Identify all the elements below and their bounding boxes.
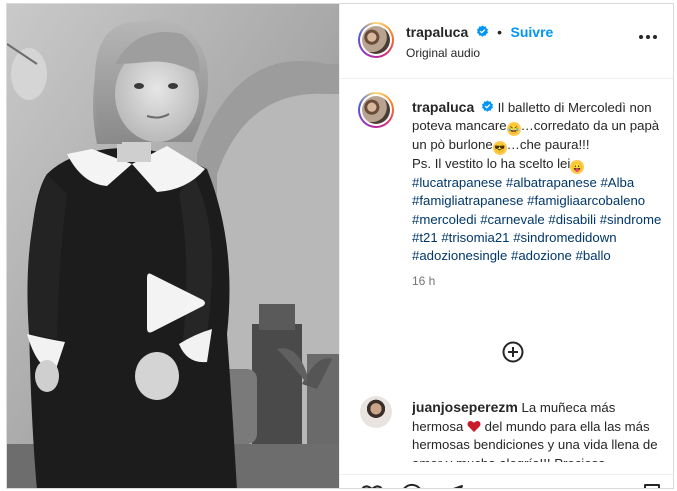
comment-icon[interactable] bbox=[400, 483, 424, 489]
heart-icon[interactable] bbox=[360, 483, 384, 489]
hashtag-link[interactable]: #ballo bbox=[576, 248, 611, 263]
play-icon[interactable] bbox=[145, 270, 207, 336]
reel-video[interactable] bbox=[7, 4, 339, 488]
separator-dot: • bbox=[497, 24, 503, 40]
post-details-panel: trapaluca • Suivre Original audio trapal… bbox=[339, 4, 673, 489]
hashtag-link[interactable]: #sindrome bbox=[600, 212, 662, 227]
rofl-emoji-icon: 😂 bbox=[506, 122, 521, 137]
sunglasses-emoji-icon: 😎 bbox=[492, 141, 507, 156]
red-heart-emoji-icon bbox=[467, 420, 481, 432]
commenter-username[interactable]: juanjoseperezm bbox=[412, 399, 518, 415]
hashtag-link[interactable]: #sindromedidown bbox=[513, 230, 616, 245]
action-bar bbox=[340, 474, 673, 489]
caption-line-4: Ps. Il vestito lo ha scelto lei bbox=[412, 156, 571, 172]
more-options-icon[interactable] bbox=[638, 34, 658, 40]
hashtag-link[interactable]: #famigliatrapanese bbox=[412, 193, 523, 208]
hashtag-link[interactable]: #adozione bbox=[511, 248, 572, 263]
hashtag-link[interactable]: #Alba bbox=[600, 175, 634, 190]
hashtag-link[interactable]: #disabili bbox=[548, 212, 596, 227]
video-frame bbox=[7, 4, 339, 488]
hashtag-list: #lucatrapanese #albatrapanese #Alba #fam… bbox=[412, 175, 661, 263]
bookmark-icon[interactable] bbox=[640, 483, 664, 489]
share-icon[interactable] bbox=[440, 483, 464, 489]
post-modal: trapaluca • Suivre Original audio trapal… bbox=[6, 3, 674, 489]
hashtag-link[interactable]: #lucatrapanese bbox=[412, 175, 502, 190]
hashtag-link[interactable]: #t21 bbox=[412, 230, 438, 245]
commenter-avatar[interactable] bbox=[360, 396, 392, 428]
author-username[interactable]: trapaluca bbox=[406, 24, 468, 40]
hashtag-link[interactable]: #famigliaarcobaleno bbox=[527, 193, 645, 208]
caption-author-avatar[interactable] bbox=[358, 92, 394, 128]
comment-text: juanjoseperezm La muñeca más hermosa del… bbox=[412, 398, 662, 462]
verified-badge-icon bbox=[481, 100, 493, 112]
hashtag-link[interactable]: #adozionesingle bbox=[412, 248, 507, 263]
audio-label[interactable]: Original audio bbox=[406, 46, 480, 60]
post-timestamp[interactable]: 16 h bbox=[412, 272, 664, 290]
hashtag-link[interactable]: #albatrapanese bbox=[506, 175, 597, 190]
caption-username[interactable]: trapaluca bbox=[412, 99, 474, 115]
verified-badge-icon bbox=[476, 25, 488, 37]
add-comment-icon[interactable] bbox=[502, 341, 524, 363]
author-avatar[interactable] bbox=[358, 22, 394, 58]
caption-text: trapaluca Il balletto di Mercoledì non p… bbox=[412, 98, 664, 290]
caption-line-3: …che paura!!! bbox=[506, 137, 590, 153]
post-header: trapaluca • Suivre Original audio bbox=[340, 4, 673, 79]
hashtag-link[interactable]: #mercoledi bbox=[412, 212, 477, 227]
hashtag-link[interactable]: #trisomia21 bbox=[441, 230, 509, 245]
hashtag-link[interactable]: #carnevale bbox=[480, 212, 545, 227]
tongue-emoji-icon: 😛 bbox=[570, 160, 585, 175]
follow-button[interactable]: Suivre bbox=[511, 24, 554, 40]
